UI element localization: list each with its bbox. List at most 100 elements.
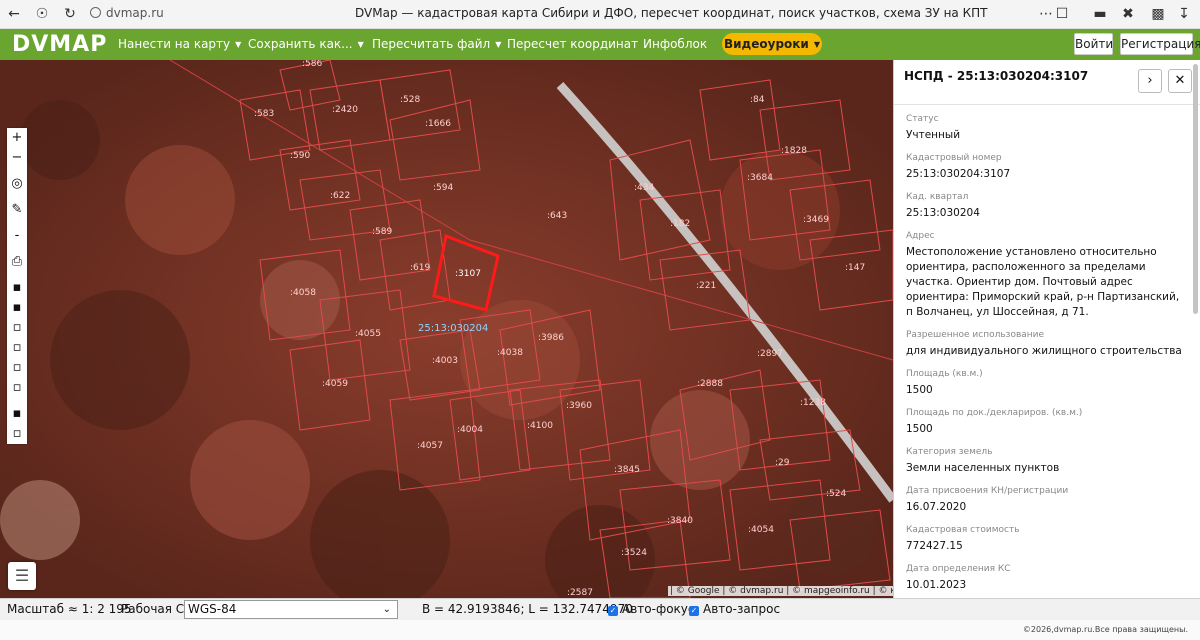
field-row: Категория земель Земли населенных пунктов <box>906 446 1186 476</box>
download-icon[interactable]: ↧ <box>1174 4 1194 24</box>
parcel-label[interactable]: :1238 <box>800 398 826 408</box>
parcel-label[interactable]: :4058 <box>290 288 316 298</box>
parcel-label[interactable]: :4059 <box>322 379 348 389</box>
parcel-label[interactable]: :3469 <box>803 215 829 225</box>
map-toolbar: + − ◎ ✎ - ⎙ ▪ ▪ ▫ ▫ ▫ ▫ ▪ ▫ <box>7 128 27 444</box>
parcel-label[interactable]: :4055 <box>355 329 381 339</box>
video-lessons-button[interactable]: Видеоуроки ▼ <box>722 33 822 55</box>
parcel-label[interactable]: :643 <box>547 211 567 221</box>
page-title: DVMap — кадастровая карта Сибири и ДФО, … <box>355 6 988 20</box>
logo[interactable]: DVMAP <box>12 32 107 57</box>
nav-save-as[interactable]: Сохранить как... ▼ <box>248 37 364 51</box>
layer-tool-2-icon[interactable]: ▪ <box>7 298 27 318</box>
locate-icon[interactable]: ◎ <box>7 174 27 194</box>
parcel-label[interactable]: :3524 <box>621 548 647 558</box>
zoom-in-button[interactable]: + <box>7 128 27 148</box>
field-row: Адрес Местоположение установлено относите… <box>906 230 1186 320</box>
chevron-down-icon: ⌄ <box>382 604 391 615</box>
field-row: Площадь по док./деклариров. (кв.м.) 1500 <box>906 407 1186 437</box>
parcel-label[interactable]: :586 <box>302 60 322 69</box>
parcel-label[interactable]: :221 <box>696 281 716 291</box>
layer-tool-7-icon[interactable]: ▪ <box>7 404 27 424</box>
ruler-icon[interactable]: ✎ <box>7 200 27 220</box>
site-info-icon <box>90 7 101 18</box>
layer-tool-3-icon[interactable]: ▫ <box>7 318 27 338</box>
parcel-label[interactable]: :3845 <box>614 465 640 475</box>
parcel-label[interactable]: :4054 <box>748 525 774 535</box>
puzzle-icon[interactable]: ▩ <box>1148 4 1168 24</box>
parcel-label[interactable]: :3986 <box>538 333 564 343</box>
bookmark-icon[interactable]: ☐ <box>1052 4 1072 24</box>
parcel-label[interactable]: :619 <box>410 263 430 273</box>
back-icon[interactable]: ← <box>4 4 24 24</box>
parcel-label[interactable]: :4003 <box>432 356 458 366</box>
print-icon[interactable]: ⎙ <box>7 252 27 272</box>
crs-select[interactable]: WGS-84 ⌄ <box>184 600 398 619</box>
field-value: 1500 <box>906 423 933 435</box>
chevron-right-icon[interactable]: › <box>1138 69 1162 93</box>
layer-tool-8-icon[interactable]: ▫ <box>7 424 27 444</box>
minus-tool-icon[interactable]: - <box>7 226 27 246</box>
parcel-label[interactable]: :3107 <box>455 269 481 279</box>
parcel-label[interactable]: :29 <box>775 458 790 468</box>
parcel-label[interactable]: :4038 <box>497 348 523 358</box>
parcel-label[interactable]: :594 <box>433 183 453 193</box>
login-button[interactable]: Войти <box>1074 33 1113 55</box>
register-button[interactable]: Регистрация <box>1120 33 1200 55</box>
parcel-label[interactable]: :2897 <box>757 349 783 359</box>
layer-tool-6-icon[interactable]: ▫ <box>7 378 27 398</box>
parcel-label[interactable]: :84 <box>750 95 765 105</box>
parcel-label[interactable]: :2888 <box>697 379 723 389</box>
layer-tool-1-icon[interactable]: ▪ <box>7 278 27 298</box>
field-value: 16.07.2020 <box>906 501 967 513</box>
layer-tool-4-icon[interactable]: ▫ <box>7 338 27 358</box>
parcel-label[interactable]: :1828 <box>781 146 807 156</box>
shield-icon[interactable]: ☉ <box>32 4 52 24</box>
nav-recalc-coords[interactable]: Пересчет координат <box>507 37 638 51</box>
field-label: Дата определения КС <box>906 564 1011 574</box>
parcel-label[interactable]: :622 <box>330 191 350 201</box>
address-bar[interactable]: dvmap.ru <box>90 6 164 20</box>
chevron-down-icon: ▼ <box>813 40 820 49</box>
panel-title: НСПД - 25:13:030204:3107 <box>904 69 1089 83</box>
nav-recalc-file[interactable]: Пересчитать файл ▼ <box>372 37 501 51</box>
check-icon: ✓ <box>689 606 699 616</box>
nav-infoblock[interactable]: Инфоблок <box>643 37 707 51</box>
parcel-label[interactable]: :2587 <box>567 588 593 598</box>
parcel-label[interactable]: :3684 <box>747 173 773 183</box>
copyright-text: ©2026,dvmap.ru.Все права защищены. <box>1022 625 1188 634</box>
info-panel: НСПД - 25:13:030204:3107 › ✕ Статус Учтен… <box>893 60 1200 598</box>
layers-icon[interactable]: ☰ <box>8 562 36 590</box>
parcel-label[interactable]: :524 <box>826 489 846 499</box>
parcel-label[interactable]: :2420 <box>332 105 358 115</box>
parcel-label[interactable]: :583 <box>254 109 274 119</box>
parcel-label[interactable]: :3840 <box>667 516 693 526</box>
parcel-label[interactable]: :4100 <box>527 421 553 431</box>
reload-icon[interactable]: ↻ <box>60 4 80 24</box>
parcel-label[interactable]: :1666 <box>425 119 451 129</box>
zoom-out-button[interactable]: − <box>7 148 27 168</box>
parcel-label[interactable]: :434 <box>634 183 654 193</box>
tools-icon[interactable]: ✖ <box>1118 4 1138 24</box>
extension-icon[interactable]: ▬ <box>1090 4 1110 24</box>
map-canvas[interactable]: :586 :583 :2420 :528 :1666 :84 :590 :622 :594 :43… <box>0 60 893 598</box>
parcel-label[interactable]: :4004 <box>457 425 483 435</box>
parcel-label[interactable]: :182 <box>670 219 690 229</box>
autoquery-checkbox[interactable]: ✓ Авто-запрос <box>689 602 780 616</box>
parcel-label[interactable]: :147 <box>845 263 865 273</box>
chevron-down-icon: ▼ <box>357 40 364 49</box>
field-value: Учтенный <box>906 129 961 141</box>
parcel-label[interactable]: :590 <box>290 151 310 161</box>
map-layer: :586 :583 :2420 :528 :1666 :84 :590 :622 :594 :43… <box>0 60 893 598</box>
parcel-label[interactable]: :528 <box>400 95 420 105</box>
close-icon[interactable]: ✕ <box>1168 69 1192 93</box>
parcel-label[interactable]: :4057 <box>417 441 443 451</box>
field-value: 772427.15 <box>906 540 963 552</box>
parcel-label[interactable]: :589 <box>372 227 392 237</box>
field-label: Адрес <box>906 231 935 241</box>
panel-scrollbar[interactable] <box>1193 64 1198 314</box>
layer-tool-5-icon[interactable]: ▫ <box>7 358 27 378</box>
autofocus-checkbox[interactable]: ✓ Авто-фокус <box>608 602 695 616</box>
nav-draw-on-map[interactable]: Нанести на карту ▼ <box>118 37 241 51</box>
parcel-label[interactable]: :3960 <box>566 401 592 411</box>
